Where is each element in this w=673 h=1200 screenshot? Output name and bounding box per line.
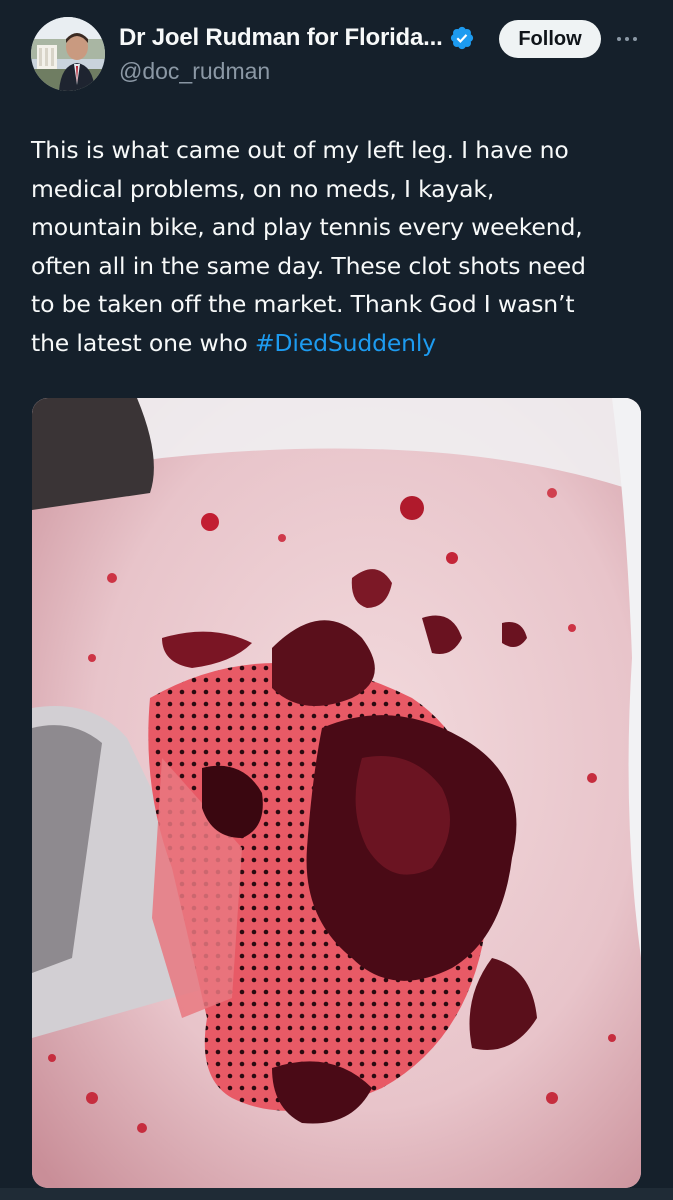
more-options-icon[interactable] xyxy=(612,26,642,52)
hashtag-link[interactable]: #DiedSuddenly xyxy=(255,329,436,357)
tweet-post: Dr Joel Rudman for Florida... @doc_rudma… xyxy=(0,0,673,1200)
author-name-row[interactable]: Dr Joel Rudman for Florida... xyxy=(119,24,475,52)
more-dot xyxy=(617,37,621,41)
author-display-name: Dr Joel Rudman for Florida... xyxy=(119,24,443,51)
tweet-photo[interactable] xyxy=(32,398,641,1188)
more-dot xyxy=(625,37,629,41)
author-handle[interactable]: @doc_rudman xyxy=(119,58,270,85)
tweet-text-prefix: the latest one who xyxy=(31,328,255,357)
tweet-text-line: mountain bike, and play tennis every wee… xyxy=(31,213,583,242)
verified-badge-icon xyxy=(450,26,473,50)
tweet-header: Dr Joel Rudman for Florida... @doc_rudma… xyxy=(0,0,673,110)
follow-button[interactable]: Follow xyxy=(499,20,601,58)
tweet-text-line: often all in the same day. These clot sh… xyxy=(31,251,586,280)
tweet-text-last-line: the latest one who #DiedSuddenly xyxy=(31,324,651,363)
tweet-text-line: This is what came out of my left leg. I … xyxy=(31,136,569,164)
tweet-text: This is what came out of my left leg. I … xyxy=(31,131,651,363)
author-avatar[interactable] xyxy=(31,17,105,91)
bottom-divider xyxy=(0,1188,673,1200)
tweet-text-line: to be taken off the market. Thank God I … xyxy=(31,290,575,319)
more-dot xyxy=(633,37,637,41)
photo-image xyxy=(32,398,641,1188)
avatar-image xyxy=(31,17,105,91)
tweet-text-line: medical problems, on no meds, I kayak, xyxy=(31,174,495,203)
